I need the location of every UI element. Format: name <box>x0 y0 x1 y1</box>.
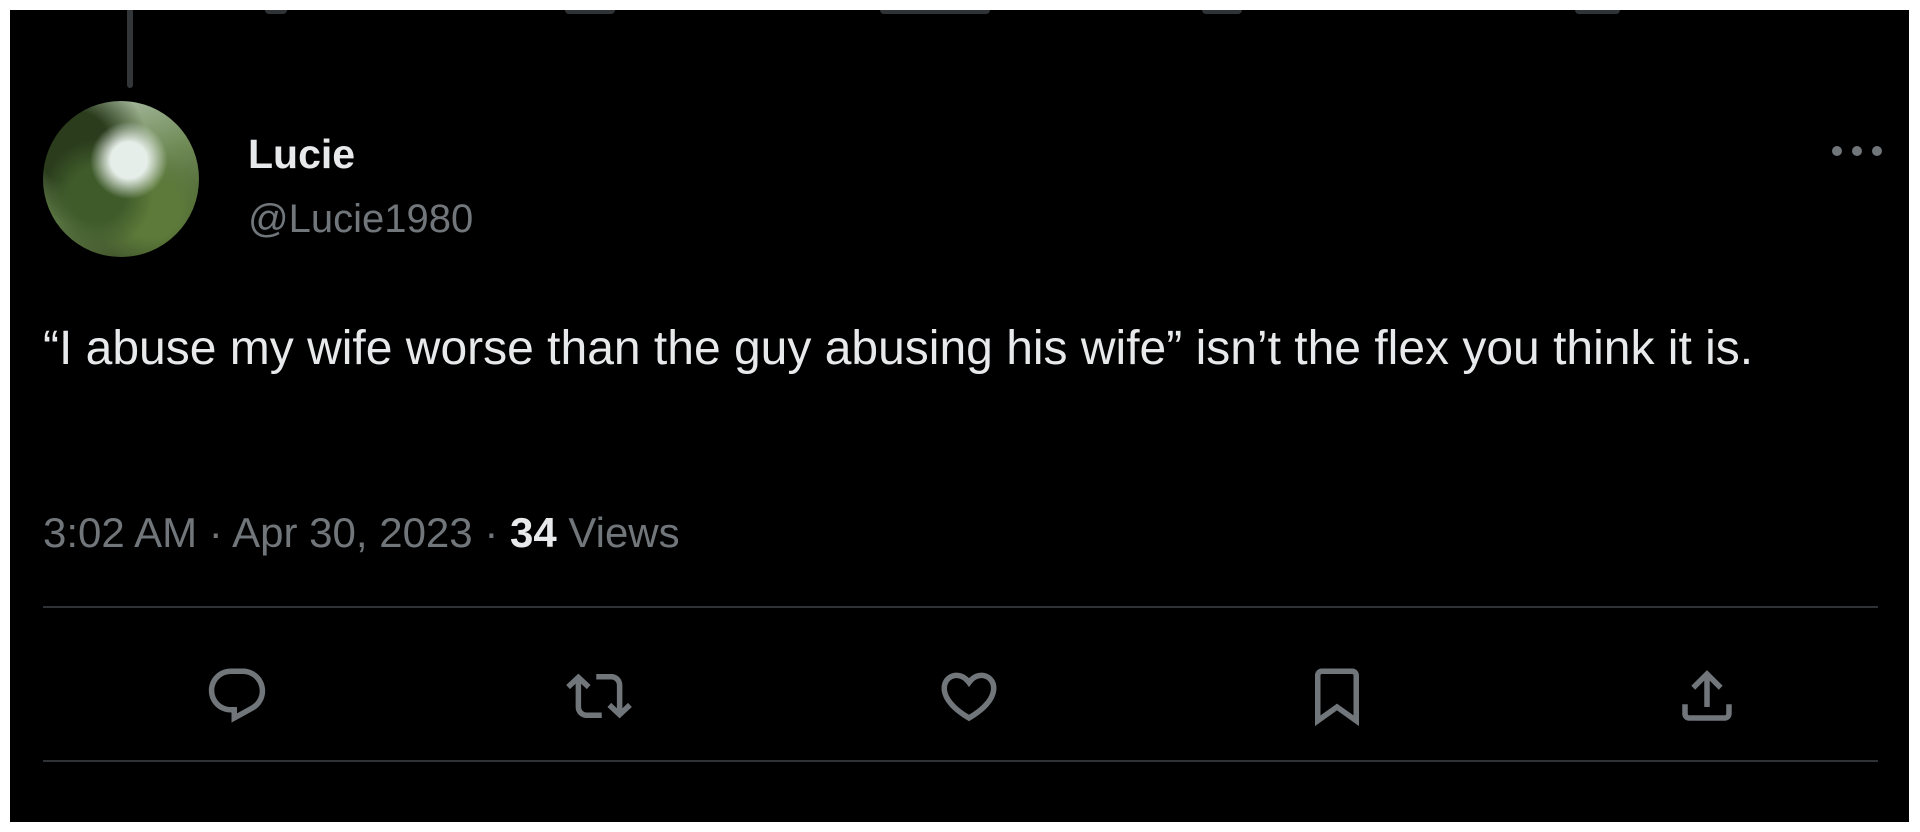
previous-tweet-views-icon[interactable] <box>1202 10 1242 14</box>
user-handle[interactable]: @Lucie1980 <box>248 195 473 243</box>
action-bar <box>43 622 1878 768</box>
retweet-button[interactable] <box>563 660 635 732</box>
share-icon <box>1682 670 1732 721</box>
previous-tweet-reply-icon[interactable] <box>265 10 287 14</box>
separator-dot: · <box>208 509 233 556</box>
like-icon <box>941 672 997 722</box>
share-button[interactable] <box>1671 660 1743 732</box>
previous-tweet-like-icon[interactable] <box>880 10 990 14</box>
divider-top <box>43 606 1878 608</box>
tweet-text: “I abuse my wife worse than the guy abus… <box>43 322 1754 375</box>
views-count: 34 <box>509 509 557 556</box>
views-label: Views <box>568 509 680 556</box>
thread-connector-line <box>127 10 133 88</box>
previous-tweet-share-icon[interactable] <box>1575 10 1620 14</box>
avatar[interactable] <box>43 101 199 257</box>
tweet-date[interactable]: Apr 30, 2023 <box>232 509 473 556</box>
like-button[interactable] <box>933 660 1005 732</box>
more-options-icon[interactable] <box>1832 140 1882 162</box>
previous-tweet-retweet-icon[interactable] <box>565 10 615 14</box>
tweet-time[interactable]: 3:02 AM <box>43 509 197 556</box>
bookmark-button[interactable] <box>1301 660 1373 732</box>
tweet-detail-view: Lucie @Lucie1980 “I abuse my wife worse … <box>10 10 1909 822</box>
divider-bottom <box>43 760 1878 762</box>
display-name[interactable]: Lucie <box>248 130 355 178</box>
separator-dot: · <box>484 509 510 556</box>
reply-button[interactable] <box>201 660 273 732</box>
retweet-icon <box>566 673 632 719</box>
tweet-meta: 3:02 AM · Apr 30, 2023 · 34 Views <box>43 506 680 560</box>
reply-icon <box>208 668 266 723</box>
bookmark-icon <box>1315 668 1359 727</box>
